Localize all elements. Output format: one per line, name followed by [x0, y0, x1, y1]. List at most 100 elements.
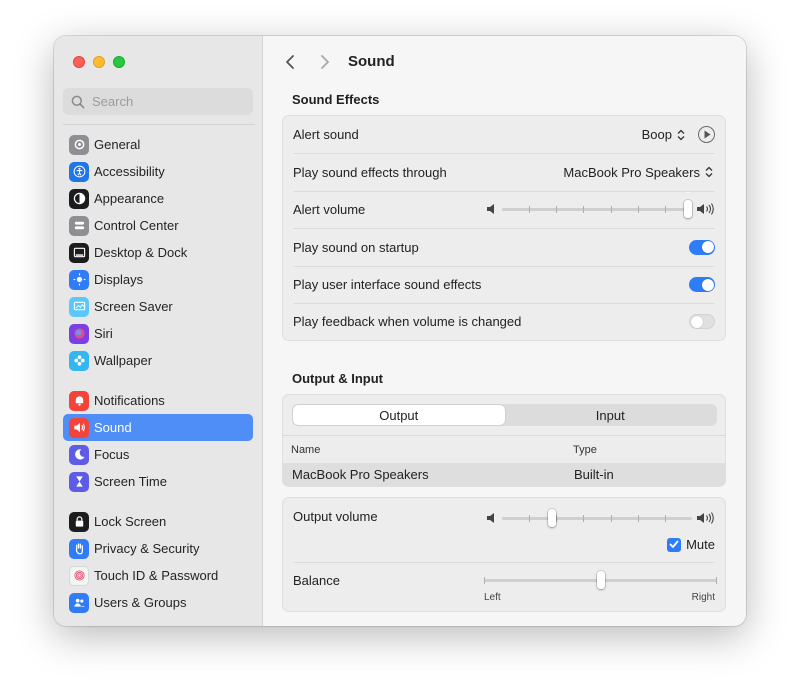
- volume-feedback-row: Play feedback when volume is changed: [283, 303, 725, 340]
- mute-checkbox[interactable]: [667, 537, 682, 552]
- sidebar-divider: [63, 124, 255, 125]
- slider-tick: [583, 514, 585, 522]
- window-controls: [73, 56, 125, 68]
- alert-volume-label: Alert volume: [293, 202, 366, 217]
- sidebar-item-siri[interactable]: Siri: [63, 320, 253, 347]
- sidebar-item-accessibility[interactable]: Accessibility: [63, 158, 253, 185]
- zoom-window-button[interactable]: [113, 56, 125, 68]
- toggle-knob: [691, 315, 703, 328]
- sidebar-item-label: Focus: [94, 447, 130, 462]
- output-input-segmented-control: Output Input: [292, 404, 717, 426]
- slider-tick: [637, 205, 639, 213]
- output-controls-group: Output volume Mute Balance Left Right: [282, 497, 726, 612]
- alert-sound-popup[interactable]: Boop: [642, 127, 687, 143]
- sidebar-item-general[interactable]: General: [63, 131, 253, 158]
- device-name: MacBook Pro Speakers: [292, 467, 429, 482]
- sidebar-item-label: Privacy & Security: [94, 541, 200, 556]
- sidebar-item-wallpaper[interactable]: Wallpaper: [63, 347, 253, 374]
- slider-tick: [664, 205, 666, 213]
- sidebar-item-desktop-and-dock[interactable]: Desktop & Dock: [63, 239, 253, 266]
- sun-icon: [69, 269, 89, 290]
- main-pane: Sound Sound Effects Alert sound Boop Pla…: [263, 36, 746, 626]
- sidebar-item-appearance[interactable]: Appearance: [63, 185, 253, 212]
- dock-icon: [69, 242, 89, 263]
- forward-button[interactable]: [314, 50, 336, 74]
- sidebar-item-label: Touch ID & Password: [94, 568, 219, 583]
- search-input[interactable]: [92, 94, 242, 109]
- speaker-low-icon: [487, 204, 494, 214]
- slider-tick: [610, 514, 612, 522]
- sidebar-list: General Accessibility Appearance Control Ce…: [63, 131, 253, 616]
- sidebar-item-users-and-groups[interactable]: Users & Groups: [63, 589, 253, 616]
- sound-effects-heading: Sound Effects: [292, 92, 380, 107]
- volume-feedback-toggle[interactable]: [689, 314, 715, 329]
- alert-sound-row: Alert sound Boop: [283, 116, 725, 153]
- close-window-button[interactable]: [73, 56, 85, 68]
- slider-tick: [637, 514, 639, 522]
- sidebar-item-touch-id-and-password[interactable]: Touch ID & Password: [63, 562, 253, 589]
- slider-thumb[interactable]: [596, 571, 605, 589]
- slider-tick: [583, 205, 585, 213]
- sidebar-item-label: General: [94, 137, 141, 152]
- sidebar-item-lock-screen[interactable]: Lock Screen: [63, 508, 253, 535]
- balance-slider-wrap: [484, 571, 717, 589]
- flower-icon: [69, 350, 89, 371]
- slider-thumb[interactable]: [684, 199, 692, 218]
- sidebar-item-control-center[interactable]: Control Center: [63, 212, 253, 239]
- play-icon: [704, 130, 710, 139]
- play-through-popup[interactable]: MacBook Pro Speakers: [563, 164, 715, 180]
- balance-slider[interactable]: [484, 571, 717, 589]
- device-type: Built-in: [574, 467, 614, 482]
- slider-tick: [664, 514, 666, 522]
- lock-icon: [69, 511, 89, 532]
- column-type-header[interactable]: Type: [573, 444, 597, 456]
- sidebar-item-sound[interactable]: Sound: [63, 414, 253, 441]
- speaker-high-icon: [697, 203, 714, 215]
- sidebar-item-label: Control Center: [94, 218, 179, 233]
- fingerprint-icon: [69, 565, 89, 586]
- sidebar-item-displays[interactable]: Displays: [63, 266, 253, 293]
- ui-effects-toggle[interactable]: [689, 277, 715, 292]
- sidebar-item-focus[interactable]: Focus: [63, 441, 253, 468]
- balance-left-label: Left: [484, 592, 501, 603]
- sidebar-item-screen-saver[interactable]: Screen Saver: [63, 293, 253, 320]
- output-volume-slider[interactable]: [502, 508, 692, 527]
- sidebar-item-label: Displays: [94, 272, 144, 287]
- column-name-header[interactable]: Name: [291, 444, 320, 456]
- slider-tick: [610, 205, 612, 213]
- sidebar-item-screen-time[interactable]: Screen Time: [63, 468, 253, 495]
- table-row[interactable]: MacBook Pro Speakers Built-in: [283, 463, 725, 486]
- play-alert-button[interactable]: [698, 126, 715, 143]
- toolbar: Sound: [263, 36, 746, 88]
- sidebar-item-privacy-and-security[interactable]: Privacy & Security: [63, 535, 253, 562]
- minimize-window-button[interactable]: [93, 56, 105, 68]
- mute-control[interactable]: Mute: [667, 537, 715, 552]
- speaker-high-icon: [697, 512, 714, 524]
- appearance-icon: [69, 188, 89, 209]
- slider-tick: [529, 514, 531, 522]
- sidebar-item-label: Lock Screen: [94, 514, 167, 529]
- startup-sound-toggle[interactable]: [689, 239, 715, 255]
- sidebar-item-label: Users & Groups: [94, 595, 187, 610]
- back-button[interactable]: [279, 50, 301, 74]
- search-field[interactable]: [63, 88, 253, 115]
- slider-thumb[interactable]: [547, 508, 556, 527]
- sidebar-item-label: Appearance: [94, 191, 165, 206]
- tab-output[interactable]: Output: [293, 405, 505, 425]
- alert-volume-slider[interactable]: [502, 199, 692, 218]
- tab-input[interactable]: Input: [505, 405, 717, 425]
- hand-icon: [69, 538, 89, 559]
- checkmark-icon: [669, 540, 679, 548]
- play-through-label: Play sound effects through: [293, 164, 447, 180]
- output-input-heading: Output & Input: [292, 371, 383, 386]
- speaker-icon: [69, 417, 89, 438]
- ui-effects-label: Play user interface sound effects: [293, 277, 482, 292]
- sound-effects-group: Alert sound Boop Play sound effects thro…: [282, 115, 726, 341]
- accessibility-icon: [69, 161, 89, 182]
- output-volume-slider-wrap: [487, 508, 715, 527]
- sidebar-item-notifications[interactable]: Notifications: [63, 387, 253, 414]
- hourglass-icon: [69, 471, 89, 492]
- slider-tick: [716, 577, 717, 584]
- balance-right-label: Right: [691, 592, 715, 603]
